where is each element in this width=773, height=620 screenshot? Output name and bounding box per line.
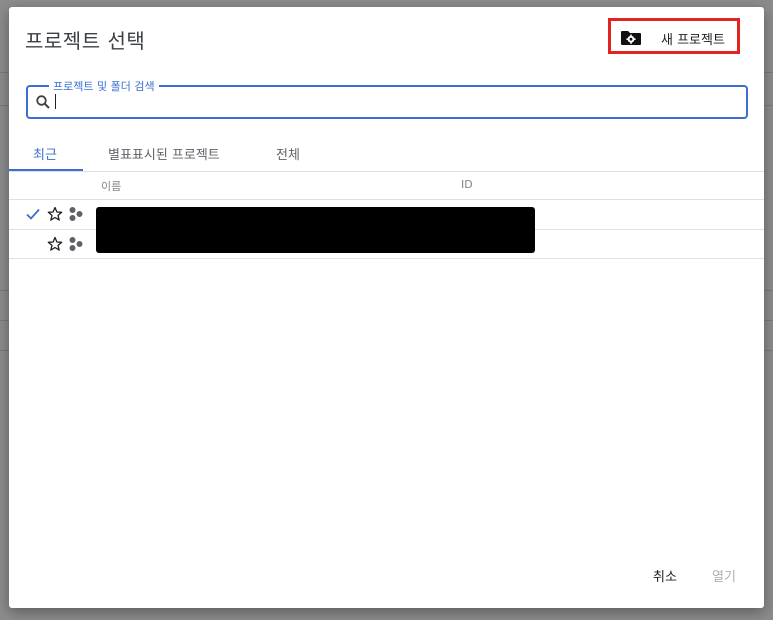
dialog-title: 프로젝트 선택 <box>25 29 146 53</box>
redacted-block <box>96 207 535 253</box>
table-divider <box>9 258 764 259</box>
tab-starred[interactable]: 별표표시된 프로젝트 <box>108 144 220 163</box>
text-cursor <box>55 94 56 109</box>
column-header-name: 이름 <box>101 180 122 193</box>
column-header-id: ID <box>461 178 473 191</box>
star-icon[interactable] <box>47 236 63 252</box>
folder-settings-icon <box>621 31 641 45</box>
project-tabs: 최근 별표표시된 프로젝트 전체 <box>9 136 764 172</box>
project-icon <box>69 207 83 221</box>
open-button[interactable]: 열기 <box>712 566 736 585</box>
project-select-dialog: 프로젝트 선택 새 프로젝트 프로젝트 및 폴더 검색 최근 별표표시된 프로젝… <box>9 7 764 608</box>
tab-recent[interactable]: 최근 <box>33 144 57 163</box>
search-icon <box>36 95 50 109</box>
tab-all[interactable]: 전체 <box>276 144 300 163</box>
tabs-divider <box>9 171 764 172</box>
cancel-button[interactable]: 취소 <box>653 566 677 585</box>
star-icon[interactable] <box>47 206 63 222</box>
search-field-label: 프로젝트 및 폴더 검색 <box>49 78 159 94</box>
checkmark-icon <box>26 208 40 220</box>
project-icon <box>69 237 83 251</box>
new-project-label: 새 프로젝트 <box>661 33 725 48</box>
new-project-button[interactable]: 새 프로젝트 <box>608 18 740 54</box>
search-input[interactable] <box>54 91 734 113</box>
